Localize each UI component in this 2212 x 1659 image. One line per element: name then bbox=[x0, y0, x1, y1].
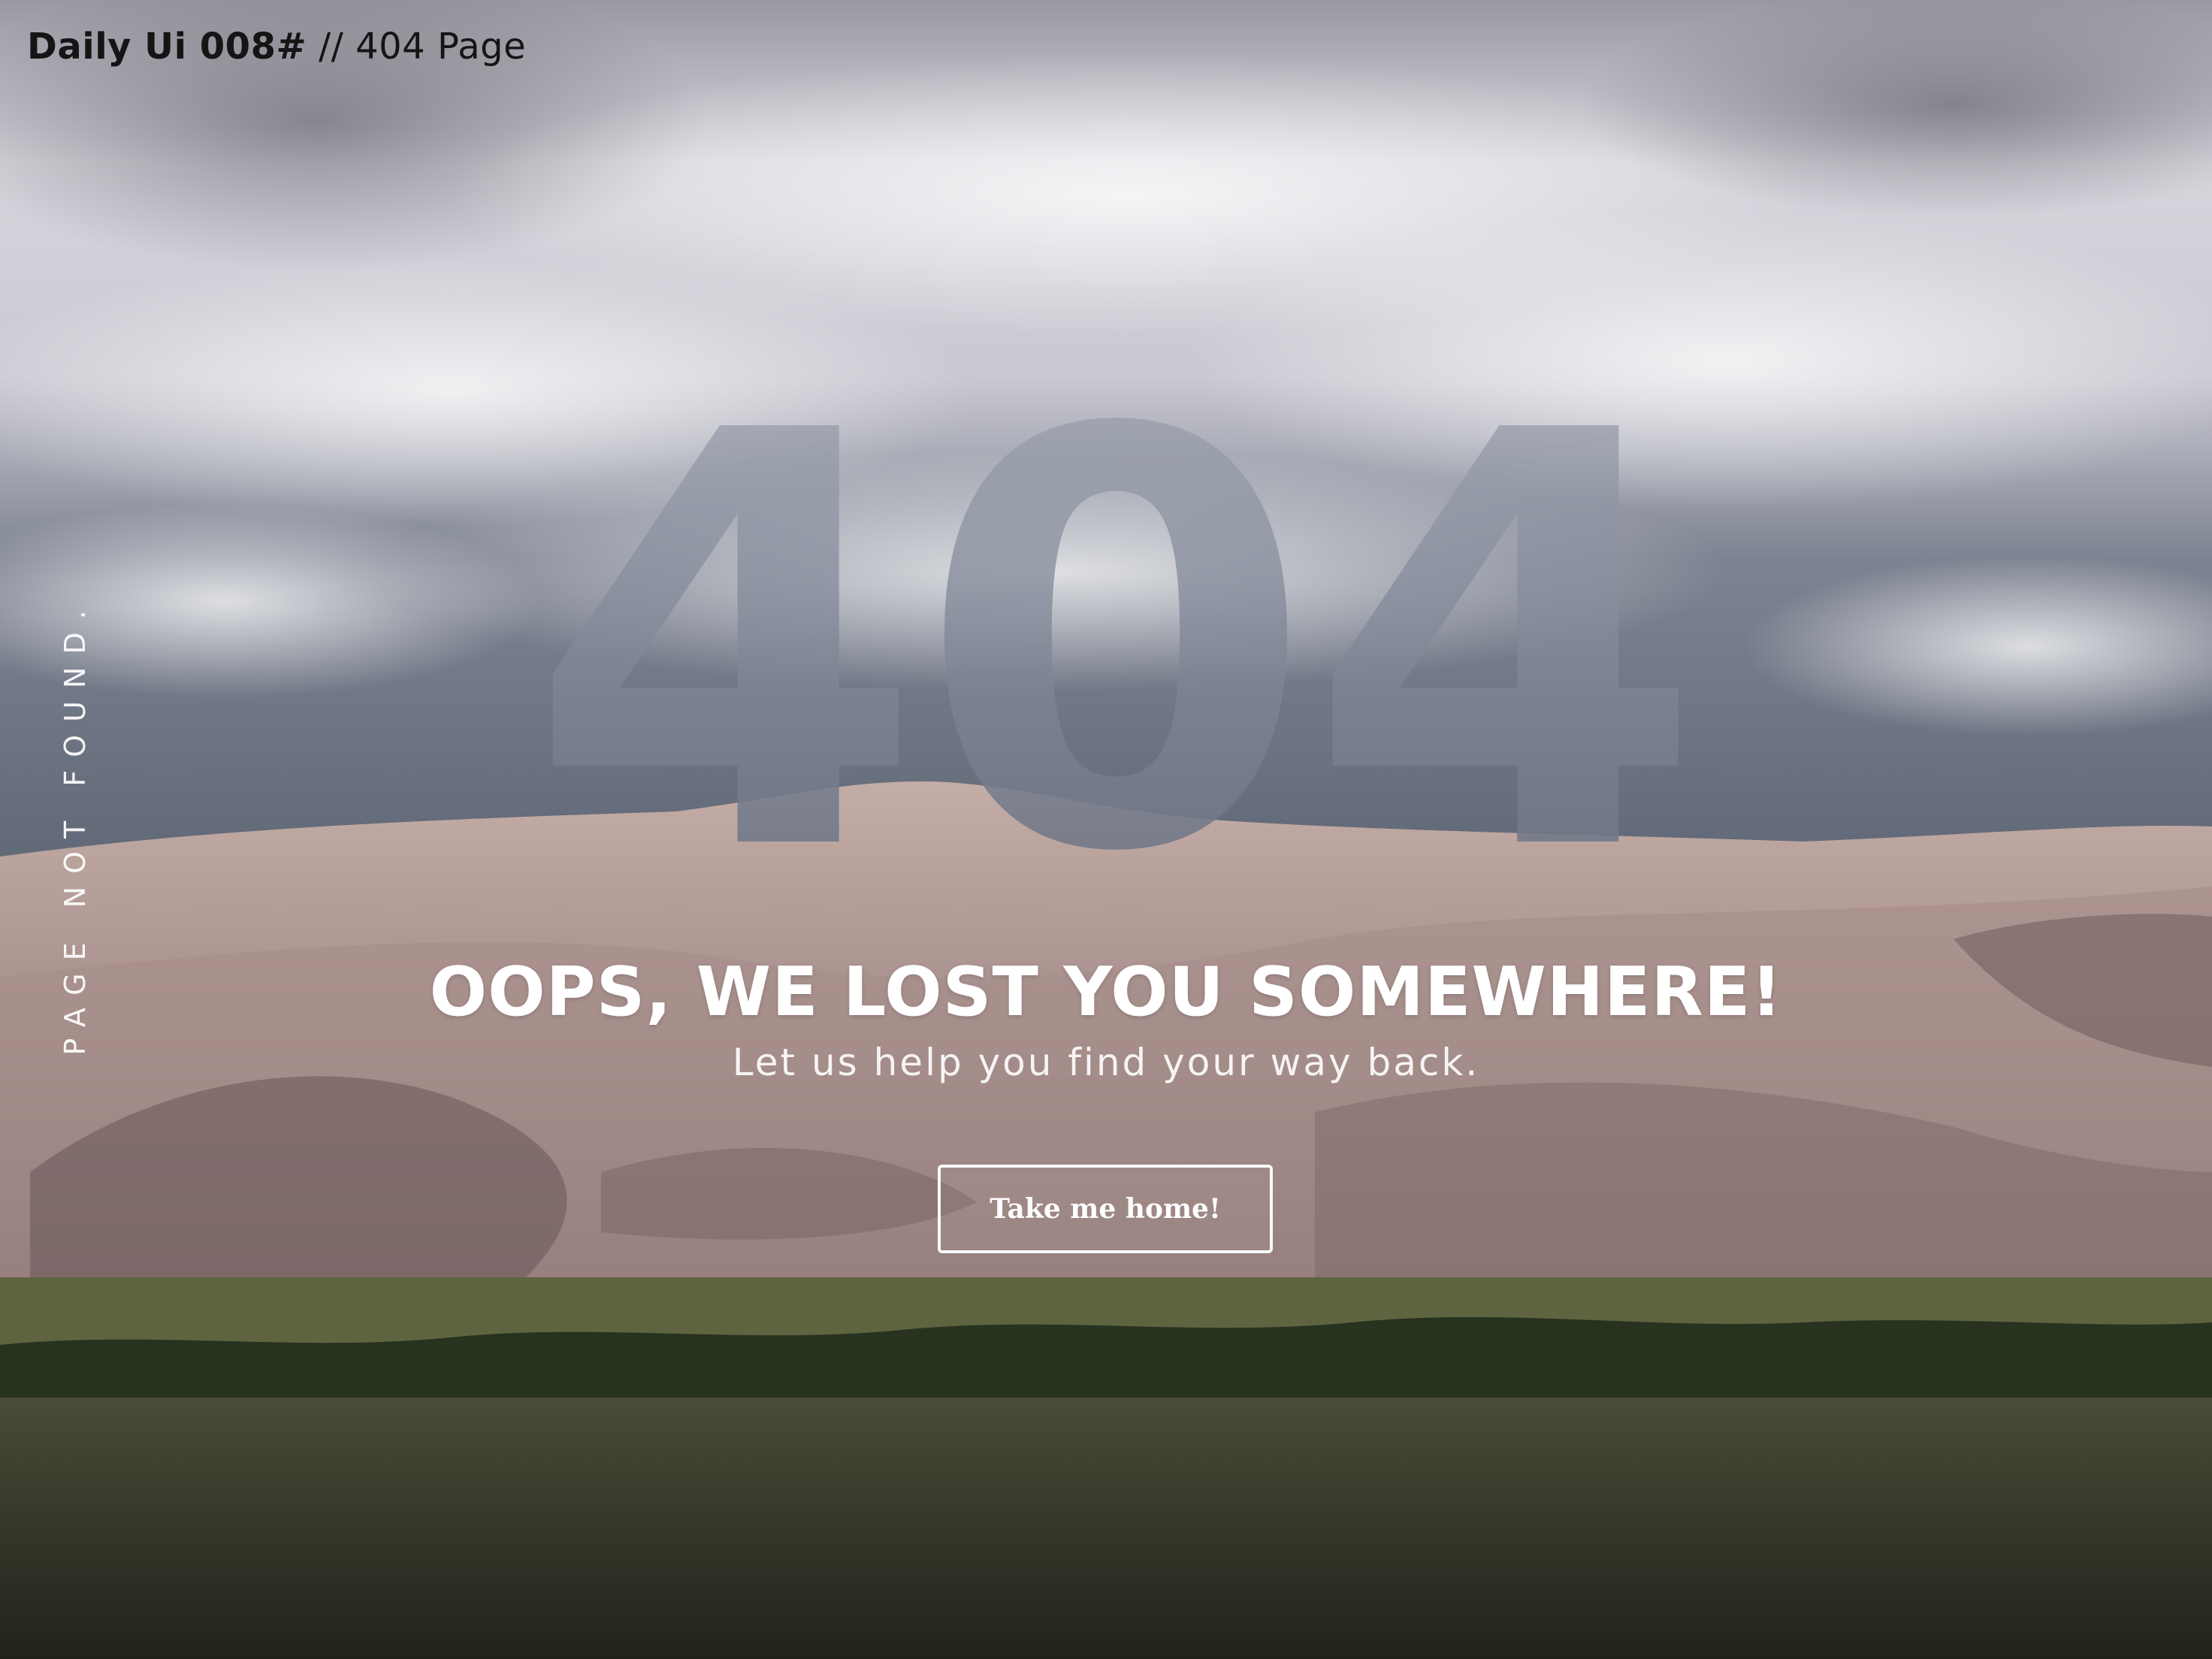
desert-background bbox=[0, 0, 2212, 1659]
error-subline: Let us help you find your way back. bbox=[732, 1041, 1480, 1084]
error-headline: OOPS, WE LOST YOU SOMEWHERE! bbox=[429, 953, 1783, 1032]
secondary-link[interactable] bbox=[1041, 1288, 1169, 1307]
take-me-home-button[interactable]: Take me home! bbox=[938, 1165, 1273, 1253]
shot-title-strong: Daily Ui 008# bbox=[27, 26, 307, 68]
take-me-home-label: Take me home! bbox=[990, 1193, 1221, 1225]
page: Daily Ui 008# // 404 Page PAGE NOT FOUND… bbox=[0, 0, 2212, 1659]
shot-title-light: // 404 Page bbox=[307, 26, 527, 68]
shot-title: Daily Ui 008# // 404 Page bbox=[27, 26, 526, 68]
